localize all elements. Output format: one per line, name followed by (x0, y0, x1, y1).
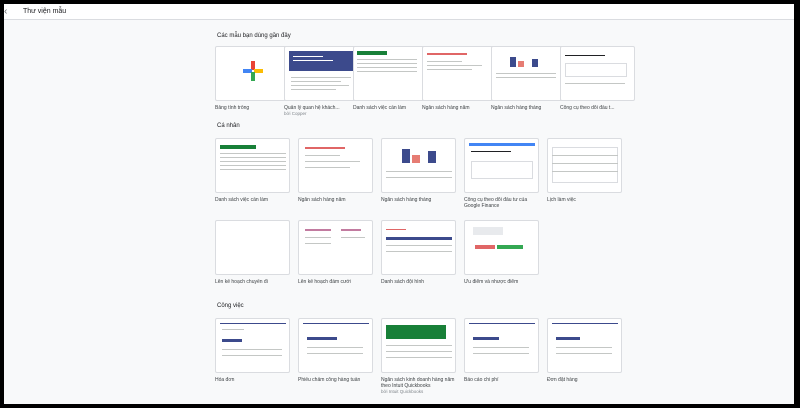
template-label: Ngân sách kinh doanh hàng năm theo Intui… (381, 377, 455, 389)
template-thumbnail[interactable] (215, 46, 290, 101)
template-thumbnail[interactable] (464, 138, 539, 193)
template-label: Ngân sách hàng tháng (381, 197, 432, 203)
template-card-investment-tracker[interactable]: Công cụ theo dõi đầu t... (560, 46, 635, 111)
template-thumbnail[interactable] (464, 220, 539, 275)
template-card-todo[interactable]: Danh sách việc cần làm (353, 46, 428, 111)
template-label: Phiếu chấm công hàng tuần (298, 377, 361, 383)
template-card-pros-cons[interactable]: Ưu điểm và nhược điểm (464, 220, 539, 285)
template-card-expense-report[interactable]: Báo cáo chi phí (464, 318, 539, 383)
template-card-quickbooks[interactable]: Ngân sách kinh doanh hàng năm theo Intui… (381, 318, 456, 395)
template-card-invoice[interactable]: Hóa đơn (215, 318, 290, 383)
template-label: Lên kế hoạch đám cưới (298, 279, 351, 285)
template-card-roster[interactable]: Danh sách đội hình (381, 220, 456, 285)
template-label: Danh sách việc cần làm (215, 197, 269, 203)
page-title: Thư viện mẫu (23, 8, 67, 15)
template-thumbnail[interactable] (215, 220, 290, 275)
template-thumbnail[interactable] (215, 318, 290, 373)
section-title-work: Công việc (217, 303, 244, 309)
template-label: Bảng tính trống (215, 105, 250, 111)
template-card-schedule[interactable]: Lịch làm việc (547, 138, 622, 203)
header-block (289, 51, 355, 71)
template-card-todo-personal[interactable]: Danh sách việc cần làm (215, 138, 290, 203)
template-thumbnail[interactable] (547, 318, 622, 373)
template-label: Công cụ theo dõi đầu t... (560, 105, 615, 111)
template-thumbnail[interactable] (284, 46, 359, 101)
top-bar: ‹ Thư viện mẫu (4, 4, 794, 20)
template-card-timesheet[interactable]: Phiếu chấm công hàng tuần (298, 318, 373, 383)
template-card-monthly-budget[interactable]: Ngân sách hàng tháng (491, 46, 566, 111)
template-card-trip[interactable]: Lên kế hoạch chuyến đi (215, 220, 290, 285)
section-title-recent: Các mẫu bạn dùng gần đây (217, 33, 291, 39)
template-label: Ngân sách hàng năm (298, 197, 346, 203)
template-label: Ưu điểm và nhược điểm (464, 279, 519, 285)
template-label: Lên kế hoạch chuyến đi (215, 279, 268, 285)
template-author: bởi Intuit Quickbooks (381, 389, 424, 394)
section-title-personal: Cá nhân (217, 123, 240, 129)
template-thumbnail[interactable] (547, 138, 622, 193)
template-thumbnail[interactable] (422, 46, 497, 101)
template-card-purchase-order[interactable]: Đơn đặt hàng (547, 318, 622, 383)
template-label: Ngân sách hàng năm (422, 105, 470, 111)
template-label: Hóa đơn (215, 377, 235, 383)
template-card-wedding[interactable]: Lên kế hoạch đám cưới (298, 220, 373, 285)
template-card-annual-budget-personal[interactable]: Ngân sách hàng năm (298, 138, 373, 203)
template-thumbnail[interactable] (353, 46, 428, 101)
template-thumbnail[interactable] (491, 46, 566, 101)
template-card-blank[interactable]: Bảng tính trống (215, 46, 290, 111)
back-arrow-icon[interactable]: ‹ (4, 6, 14, 18)
template-card-monthly-budget-personal[interactable]: Ngân sách hàng tháng (381, 138, 456, 203)
template-label: Ngân sách hàng tháng (491, 105, 542, 111)
template-thumbnail[interactable] (298, 220, 373, 275)
template-label: Báo cáo chi phí (464, 377, 499, 383)
template-thumbnail[interactable] (464, 318, 539, 373)
template-label: Công cụ theo dõi đầu tư của Google Finan… (464, 197, 528, 209)
template-thumbnail[interactable] (298, 138, 373, 193)
template-thumbnail[interactable] (381, 138, 456, 193)
template-card-google-finance[interactable]: Công cụ theo dõi đầu tư của Google Finan… (464, 138, 539, 209)
template-card-annual-budget[interactable]: Ngân sách hàng năm (422, 46, 497, 111)
template-card-crm[interactable]: Quản lý quan hệ khách... bởi Copper (284, 46, 359, 117)
template-thumbnail[interactable] (298, 318, 373, 373)
template-label: Danh sách việc cần làm (353, 105, 407, 111)
template-author: bởi Copper (284, 111, 307, 116)
template-thumbnail[interactable] (560, 46, 635, 101)
template-thumbnail[interactable] (381, 220, 456, 275)
template-label: Đơn đặt hàng (547, 377, 578, 383)
template-label: Danh sách đội hình (381, 279, 425, 285)
template-gallery-window: ‹ Thư viện mẫu Các mẫu bạn dùng gần đây … (4, 4, 794, 404)
plus-icon (243, 61, 263, 81)
template-thumbnail[interactable] (381, 318, 456, 373)
template-thumbnail[interactable] (215, 138, 290, 193)
template-label: Lịch làm việc (547, 197, 576, 203)
